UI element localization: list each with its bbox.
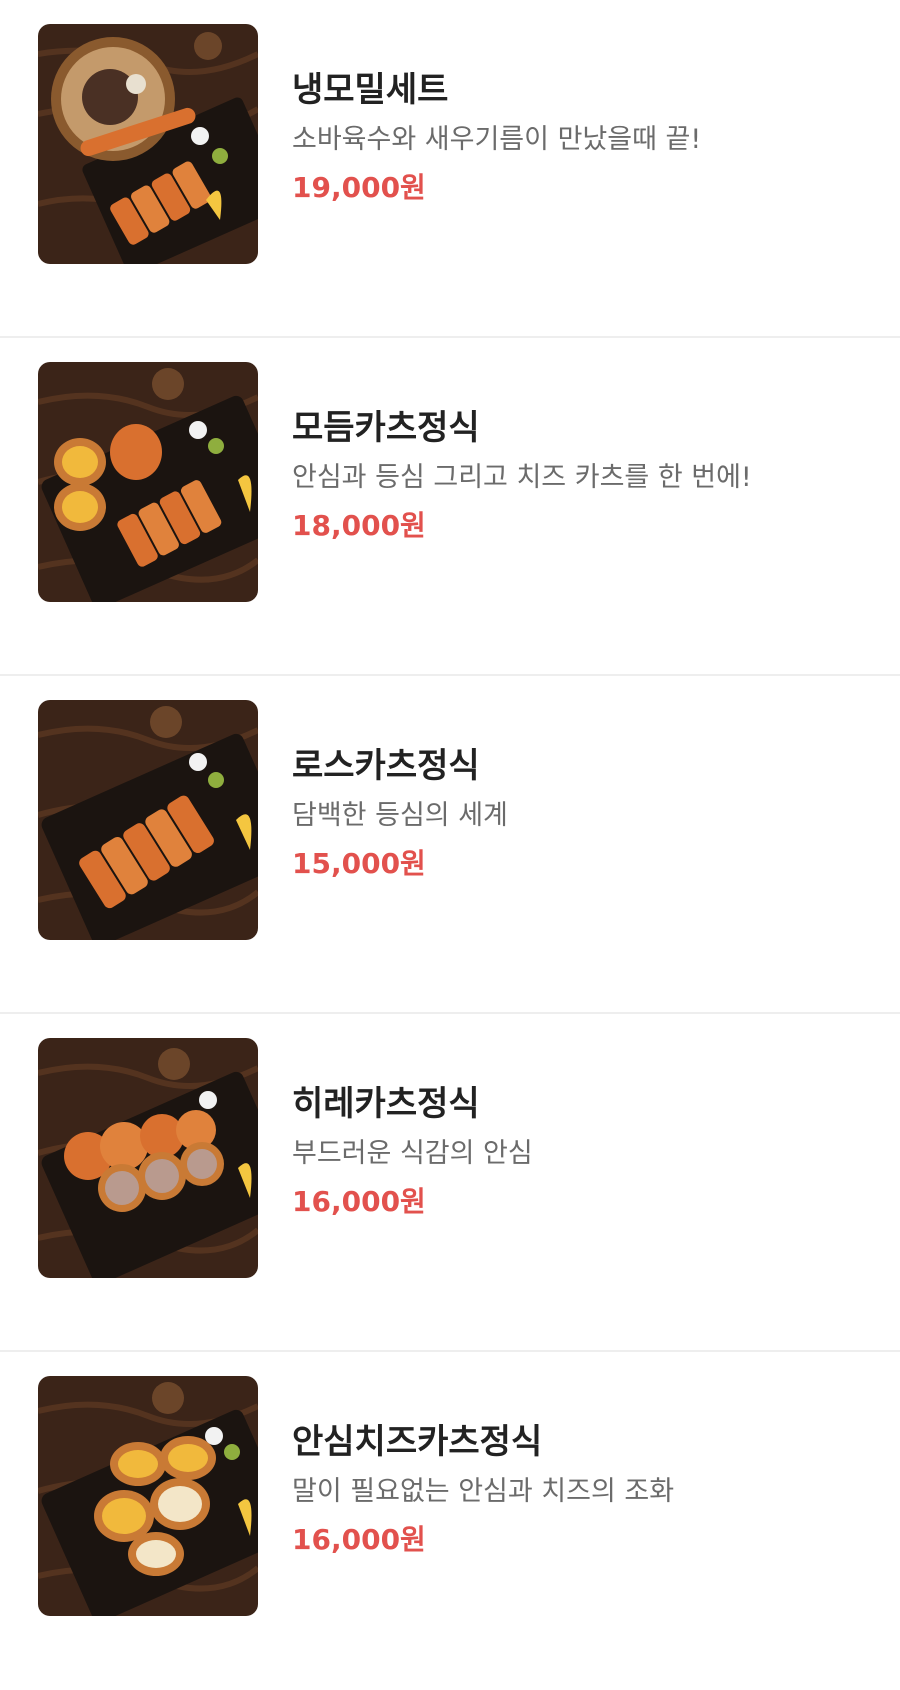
menu-item-info: 히레카츠정식 부드러운 식감의 안심 16,000원 — [292, 1080, 880, 1222]
menu-item-price: 15,000원 — [292, 847, 426, 880]
menu-item-name: 모듬카츠정식 — [292, 408, 480, 448]
menu-item-info: 냉모밀세트 소바육수와 새우기름이 만났을때 끝! 19,000원 — [292, 66, 880, 208]
menu-list: 냉모밀세트 소바육수와 새우기름이 만났을때 끝! 19,000원 모듬카츠정식… — [0, 0, 900, 1690]
menu-item-description: 말이 필요없는 안심과 치즈의 조화 — [292, 1476, 675, 1507]
menu-item[interactable]: 히레카츠정식 부드러운 식감의 안심 16,000원 — [0, 1014, 900, 1352]
menu-item-price: 18,000원 — [292, 509, 426, 542]
food-photo — [38, 1038, 258, 1278]
menu-item[interactable]: 모듬카츠정식 안심과 등심 그리고 치즈 카츠를 한 번에! 18,000원 — [0, 338, 900, 676]
food-photo — [38, 24, 258, 264]
menu-item-price: 16,000원 — [292, 1523, 426, 1556]
menu-item-info: 모듬카츠정식 안심과 등심 그리고 치즈 카츠를 한 번에! 18,000원 — [292, 404, 880, 546]
menu-item-description: 부드러운 식감의 안심 — [292, 1138, 533, 1169]
menu-item-name: 냉모밀세트 — [292, 70, 449, 110]
menu-item-name: 히레카츠정식 — [292, 1084, 480, 1124]
menu-item-description: 안심과 등심 그리고 치즈 카츠를 한 번에! — [292, 462, 752, 493]
loin-katsu-photo — [38, 700, 258, 940]
menu-item-description: 담백한 등심의 세계 — [292, 800, 508, 831]
menu-item[interactable]: 냉모밀세트 소바육수와 새우기름이 만났을때 끝! 19,000원 — [0, 0, 900, 338]
menu-item-info: 로스카츠정식 담백한 등심의 세계 15,000원 — [292, 742, 880, 884]
cheese-katsu-photo — [38, 1376, 258, 1616]
menu-item-price: 16,000원 — [292, 1185, 426, 1218]
menu-item-name: 로스카츠정식 — [292, 746, 480, 786]
menu-item[interactable]: 로스카츠정식 담백한 등심의 세계 15,000원 — [0, 676, 900, 1014]
menu-item-name: 안심치즈카츠정식 — [292, 1422, 543, 1462]
food-photo — [38, 700, 258, 940]
food-photo — [38, 1376, 258, 1616]
menu-item-info: 안심치즈카츠정식 말이 필요없는 안심과 치즈의 조화 16,000원 — [292, 1418, 880, 1560]
food-photo — [38, 362, 258, 602]
soba-tonkatsu-set-photo — [38, 24, 258, 264]
fillet-katsu-photo — [38, 1038, 258, 1278]
menu-item-price: 19,000원 — [292, 171, 426, 204]
menu-item-description: 소바육수와 새우기름이 만났을때 끝! — [292, 124, 702, 155]
menu-item[interactable]: 안심치즈카츠정식 말이 필요없는 안심과 치즈의 조화 16,000원 — [0, 1352, 900, 1690]
assorted-katsu-photo — [38, 362, 258, 602]
